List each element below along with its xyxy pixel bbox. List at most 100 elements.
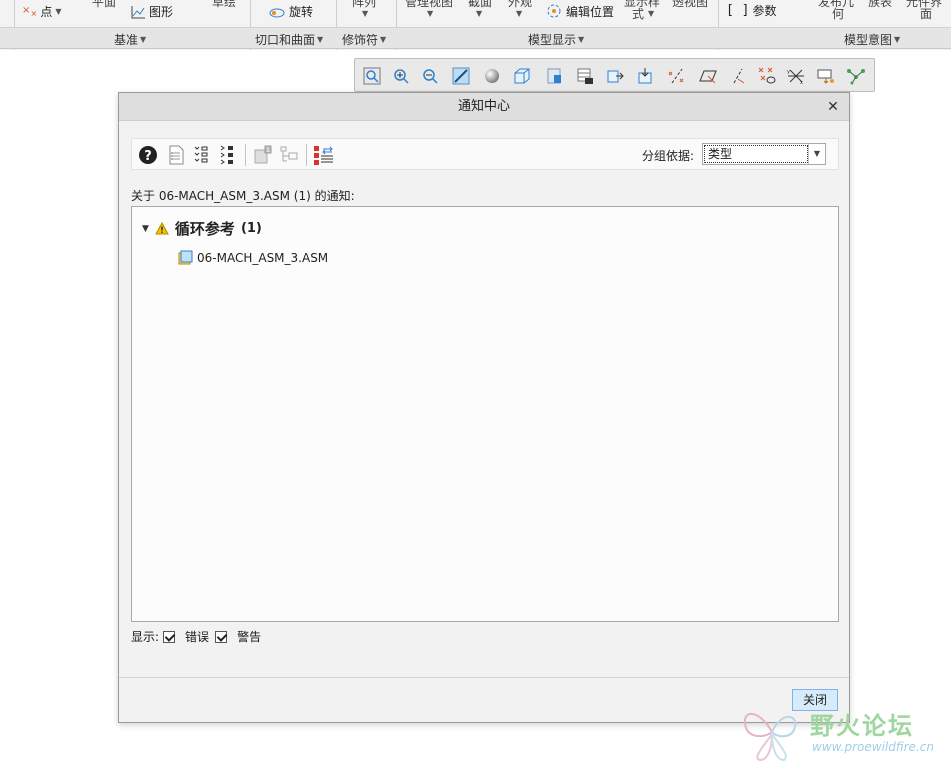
- table-camera-icon: [577, 68, 593, 84]
- notifications-header: 关于 06-MACH_ASM_3.ASM (1) 的通知:: [131, 189, 355, 203]
- notification-item[interactable]: 06-MACH_ASM_3.ASM: [178, 250, 328, 265]
- section-button[interactable]: [604, 65, 626, 87]
- repaint-button[interactable]: [450, 65, 472, 87]
- section-2-button[interactable]: [634, 65, 656, 87]
- refit-button[interactable]: [361, 65, 383, 87]
- group-datum[interactable]: 基准 ▼: [114, 31, 146, 48]
- show-label: 显示:: [131, 630, 160, 644]
- collapse-all-button[interactable]: [217, 144, 239, 166]
- ribbon-point-button[interactable]: ×× 点 ▼: [22, 3, 62, 20]
- spin-center-icon: [847, 69, 865, 85]
- expand-all-icon: [194, 146, 208, 163]
- coordinate-system-icon: yx: [787, 69, 804, 85]
- datum-axis-display-button[interactable]: [666, 65, 688, 87]
- ribbon-publish-geometry-partial-2[interactable]: 何: [832, 5, 844, 22]
- display-style-button[interactable]: [481, 65, 503, 87]
- warnings-checkbox[interactable]: [215, 630, 228, 643]
- close-icon[interactable]: ✕: [825, 99, 841, 115]
- ribbon-group-bar: 基准 ▼ 切口和曲面 ▼ 修饰符 ▼ 模型显示 ▼ 模型意图 ▼: [0, 27, 951, 49]
- watermark: 野火论坛 www.proewildfire.cn: [738, 700, 951, 768]
- message-stack-icon: 1: [254, 145, 272, 164]
- datum-axis-toggle-button[interactable]: [727, 65, 749, 87]
- saved-orientations-button[interactable]: [511, 65, 533, 87]
- notification-center-dialog: 通知中心 ✕ ? 1 分组依据: 类型 ▼ 关于 06-MACH_ASM_3.A…: [118, 92, 850, 723]
- show-message-button[interactable]: 1: [252, 144, 274, 166]
- dialog-toolbar: ? 1 分组依据: 类型 ▼: [131, 138, 839, 170]
- group-cut-surface[interactable]: 切口和曲面 ▼: [255, 31, 323, 48]
- shaded-sphere-icon: [485, 69, 499, 83]
- zoom-in-icon: [394, 69, 409, 84]
- view-table-button[interactable]: [574, 65, 596, 87]
- parameters-icon: [ ]: [726, 3, 750, 18]
- ribbon-graph-button[interactable]: 图形: [130, 3, 173, 20]
- dialog-title-bar[interactable]: 通知中心: [119, 93, 849, 121]
- ribbon-revolve-button[interactable]: 旋转: [268, 3, 313, 20]
- revolve-icon: [269, 8, 285, 17]
- category-row[interactable]: ▼ 循环参考 (1): [142, 218, 262, 239]
- zoom-out-button[interactable]: [419, 65, 441, 87]
- details-button[interactable]: [165, 144, 187, 166]
- collapse-all-icon: [220, 145, 233, 165]
- svg-text:x: x: [800, 80, 803, 85]
- group-by-dropdown[interactable]: 类型 ▼: [702, 143, 826, 165]
- annotation-icon: [817, 69, 834, 84]
- datum-point-display-button[interactable]: [756, 65, 778, 87]
- chevron-down-icon: ▼: [317, 35, 324, 44]
- zoom-out-icon: [423, 69, 438, 84]
- chevron-down-icon[interactable]: ▼: [427, 9, 433, 18]
- chevron-down-icon: ▼: [894, 35, 901, 44]
- chevron-down-icon: ▼: [578, 35, 585, 44]
- svg-text:1: 1: [266, 147, 270, 154]
- ribbon-component-interface-partial-2[interactable]: 面: [920, 5, 932, 22]
- annotation-display-button[interactable]: [815, 65, 837, 87]
- chevron-down-icon[interactable]: ▼: [516, 9, 522, 18]
- group-by-value: 类型: [704, 145, 808, 163]
- chevron-down-icon[interactable]: ▼: [476, 9, 482, 18]
- ribbon-display-style-partial-2[interactable]: 式: [632, 5, 644, 22]
- group-by-label: 分组依据:: [642, 149, 695, 163]
- zoom-in-button[interactable]: [390, 65, 412, 87]
- toolbar-divider: [306, 144, 307, 166]
- group-model-intent[interactable]: 模型意图 ▼: [844, 31, 900, 48]
- group-cosmetic[interactable]: 修饰符 ▼: [342, 31, 386, 48]
- model-tree-locate-button[interactable]: [278, 144, 300, 166]
- collapse-triangle-icon[interactable]: ▼: [142, 224, 149, 234]
- datum-plane-display-button[interactable]: [697, 65, 719, 87]
- chevron-down-icon: ▼: [55, 7, 62, 16]
- ribbon-sketch-partial[interactable]: 草绘: [212, 0, 236, 10]
- section-arrow-icon: [638, 68, 652, 84]
- chevron-down-icon[interactable]: ▼: [648, 9, 654, 18]
- watermark-text: 野火论坛: [810, 712, 914, 740]
- toolbar-divider: [245, 144, 246, 166]
- view-manager-button[interactable]: [543, 65, 565, 87]
- errors-label[interactable]: 错误: [185, 628, 209, 645]
- ribbon-edit-position-button[interactable]: 编辑位置: [545, 2, 614, 20]
- chevron-down-icon[interactable]: ▼: [362, 9, 368, 18]
- point-icon: ××: [22, 5, 38, 18]
- category-label: 循环参考: [174, 220, 235, 238]
- edit-position-icon: [547, 4, 561, 18]
- ribbon-family-table-partial[interactable]: 族表: [868, 0, 892, 10]
- section-icon: [607, 70, 624, 83]
- spin-center-button[interactable]: [845, 65, 867, 87]
- update-notifications-button[interactable]: [313, 144, 335, 166]
- cube-icon: [514, 68, 530, 84]
- datum-point-icon: [758, 67, 776, 84]
- group-model-display[interactable]: 模型显示 ▼: [528, 31, 584, 48]
- warnings-label[interactable]: 警告: [237, 628, 261, 645]
- update-list-icon: [314, 146, 333, 165]
- csys-display-button[interactable]: yx: [785, 65, 807, 87]
- expand-all-button[interactable]: [191, 144, 213, 166]
- chevron-down-icon[interactable]: ▼: [808, 144, 825, 164]
- ribbon-perspective-partial[interactable]: 透视图: [672, 0, 708, 10]
- help-button[interactable]: ?: [137, 144, 159, 166]
- svg-text:?: ?: [144, 149, 152, 164]
- assembly-icon: [178, 250, 193, 265]
- errors-checkbox[interactable]: [163, 630, 176, 643]
- svg-text:y: y: [787, 69, 790, 75]
- show-filter-row: 显示: 错误 警告: [131, 628, 261, 645]
- tree-locate-icon: [280, 146, 298, 162]
- ribbon-plane-partial[interactable]: 平面: [92, 0, 116, 10]
- datum-axis-icon: [668, 68, 684, 84]
- ribbon-parameters-button[interactable]: [ ] 参数: [726, 2, 777, 19]
